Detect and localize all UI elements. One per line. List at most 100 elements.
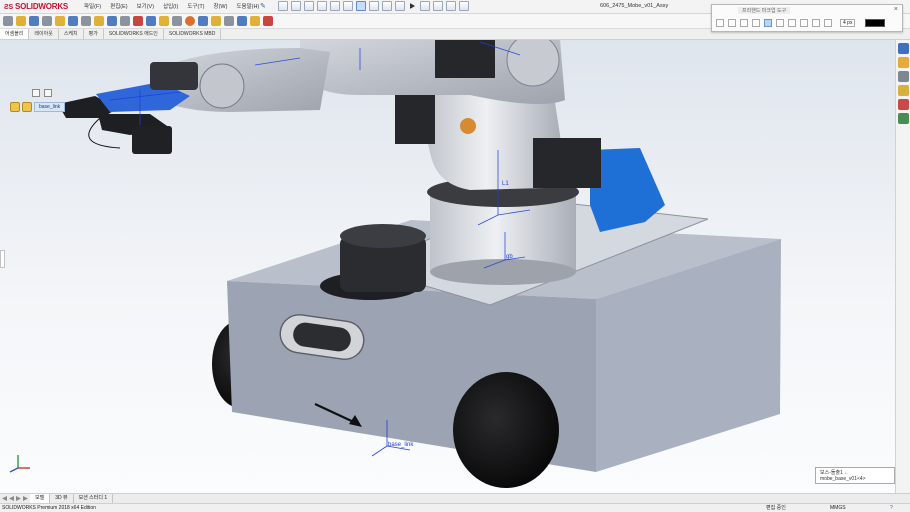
print-icon[interactable]: [330, 1, 340, 11]
menu-tools[interactable]: 도구(T): [187, 2, 204, 10]
app-name: SOLIDWORKS: [14, 2, 69, 11]
tab-3d-views[interactable]: 3D 뷰: [50, 494, 74, 503]
undo-icon[interactable]: [343, 1, 353, 11]
open-part-icon[interactable]: [16, 16, 26, 26]
home-icon[interactable]: [278, 1, 288, 11]
select-filter-icon[interactable]: [211, 16, 221, 26]
hide-show-icon[interactable]: [224, 16, 234, 26]
selection-tooltip: 보스-돌출1 ← mobe_base_v01<4>: [815, 467, 895, 484]
mate-icon[interactable]: [29, 16, 39, 26]
tab-model[interactable]: 모델: [30, 494, 51, 503]
save-icon[interactable]: [317, 1, 327, 11]
scroll-left-icon[interactable]: [9, 496, 14, 501]
menu-file[interactable]: 파일(F): [84, 2, 101, 10]
tab-layout[interactable]: 레이아웃: [29, 29, 59, 39]
tree-node-base-link[interactable]: base_link: [34, 102, 66, 112]
view-settings-icon[interactable]: [263, 16, 273, 26]
redo-markup-icon[interactable]: [800, 19, 808, 27]
assembly-icon[interactable]: [10, 102, 20, 112]
select-cursor-icon[interactable]: [356, 1, 366, 11]
insert-component-icon[interactable]: [3, 16, 13, 26]
menu-edit[interactable]: 편집(E): [110, 2, 127, 10]
new-motion-study-icon[interactable]: [120, 16, 130, 26]
file-properties-icon[interactable]: [382, 1, 392, 11]
pin-menu-icon[interactable]: ✎: [260, 2, 266, 10]
unit-system[interactable]: MMGS: [830, 504, 846, 512]
color-swatch[interactable]: [865, 19, 886, 27]
rectangle-tool-icon[interactable]: [776, 19, 784, 27]
part-icon[interactable]: [22, 102, 32, 112]
stepper-motor-top[interactable]: [435, 40, 495, 78]
panel-collapse-handle[interactable]: [0, 250, 5, 268]
close-icon[interactable]: ×: [894, 6, 898, 13]
tab-mbd[interactable]: SOLIDWORKS MBD: [164, 29, 222, 39]
arm-wrist-joint[interactable]: [199, 63, 245, 109]
new-document-icon[interactable]: [291, 1, 301, 11]
front-right-wheel[interactable]: [453, 372, 559, 488]
status-bar: SOLIDWORKS Premium 2018 x64 Edition 편집 중…: [0, 503, 910, 512]
stop-macro-icon[interactable]: [433, 1, 443, 11]
rebuild-icon[interactable]: [369, 1, 379, 11]
stepper-motor-right[interactable]: [533, 138, 601, 188]
tab-assembly[interactable]: 어셈블리: [0, 29, 30, 39]
line-tool-icon[interactable]: [752, 19, 760, 27]
pen-tool-icon[interactable]: [740, 19, 748, 27]
tab-motion-study[interactable]: 모션 스터디 1: [74, 494, 114, 503]
filter-icon[interactable]: [32, 89, 40, 97]
instant3d-icon[interactable]: [159, 16, 169, 26]
show-hidden-icon[interactable]: [81, 16, 91, 26]
3d-model-scene[interactable]: base_link gb L1: [0, 40, 895, 493]
undo-markup-icon[interactable]: [788, 19, 796, 27]
view-palette-icon[interactable]: [898, 85, 909, 96]
lidar-top[interactable]: [340, 224, 426, 248]
popup-title: 프리핸드 마크업 도구: [738, 7, 791, 14]
arm-elbow-joint[interactable]: [506, 40, 560, 87]
record-macro-icon[interactable]: [420, 1, 430, 11]
graphics-area[interactable]: base_link gb L1 base_link 보스-돌출1 ← mobe_…: [0, 40, 895, 493]
zoom-tool-icon[interactable]: [728, 19, 736, 27]
cursor-tool-icon[interactable]: [716, 19, 724, 27]
help-icon[interactable]: ?: [890, 504, 893, 512]
tab-addins[interactable]: SOLIDWORKS 애드인: [104, 29, 164, 39]
edit-macro-icon[interactable]: [446, 1, 456, 11]
smart-fasteners-icon[interactable]: [55, 16, 65, 26]
menu-view[interactable]: 보기(V): [137, 2, 154, 10]
bill-of-materials-icon[interactable]: [133, 16, 143, 26]
file-explorer-icon[interactable]: [898, 71, 909, 82]
take-snapshot-icon[interactable]: [185, 16, 195, 26]
markup-tools: 4 px: [716, 19, 886, 27]
play-macro-icon[interactable]: [410, 3, 415, 9]
expand-icon[interactable]: [44, 89, 52, 97]
tab-sketch[interactable]: 스케치: [59, 29, 84, 39]
menu-insert[interactable]: 삽입(I): [163, 2, 178, 10]
reference-geometry-icon[interactable]: [107, 16, 117, 26]
linear-pattern-icon[interactable]: [42, 16, 52, 26]
highlighter-tool-icon[interactable]: [824, 19, 832, 27]
update-speedpak-icon[interactable]: [172, 16, 182, 26]
scene-icon[interactable]: [250, 16, 260, 26]
layers-icon[interactable]: [459, 1, 469, 11]
move-component-icon[interactable]: [68, 16, 78, 26]
large-assembly-icon[interactable]: [198, 16, 208, 26]
solidworks-logo[interactable]: ƧS SOLIDWORKS: [4, 2, 68, 11]
tab-evaluate[interactable]: 평가: [84, 29, 104, 39]
menu-window[interactable]: 창(W): [214, 2, 228, 10]
edit-appearance-icon[interactable]: [237, 16, 247, 26]
eraser-tool-icon[interactable]: [812, 19, 820, 27]
exploded-view-icon[interactable]: [146, 16, 156, 26]
appearances-icon[interactable]: [898, 99, 909, 110]
open-folder-icon[interactable]: [304, 1, 314, 11]
document-title: 606_2475_Mobe_v01_Assy: [600, 3, 669, 9]
scroll-left-icon[interactable]: [2, 496, 7, 501]
gripper[interactable]: [58, 62, 198, 154]
custom-properties-icon[interactable]: [898, 113, 909, 124]
options-gear-icon[interactable]: [395, 1, 405, 11]
scroll-right-icon[interactable]: [23, 496, 28, 501]
assembly-features-icon[interactable]: [94, 16, 104, 26]
stroke-size-select[interactable]: 4 px: [840, 19, 856, 27]
scroll-right-icon[interactable]: [16, 496, 21, 501]
menu-help[interactable]: 도움말(H): [236, 2, 259, 10]
design-library-icon[interactable]: [898, 57, 909, 68]
arrow-tool-icon[interactable]: [764, 19, 772, 27]
solidworks-resources-icon[interactable]: [898, 43, 909, 54]
